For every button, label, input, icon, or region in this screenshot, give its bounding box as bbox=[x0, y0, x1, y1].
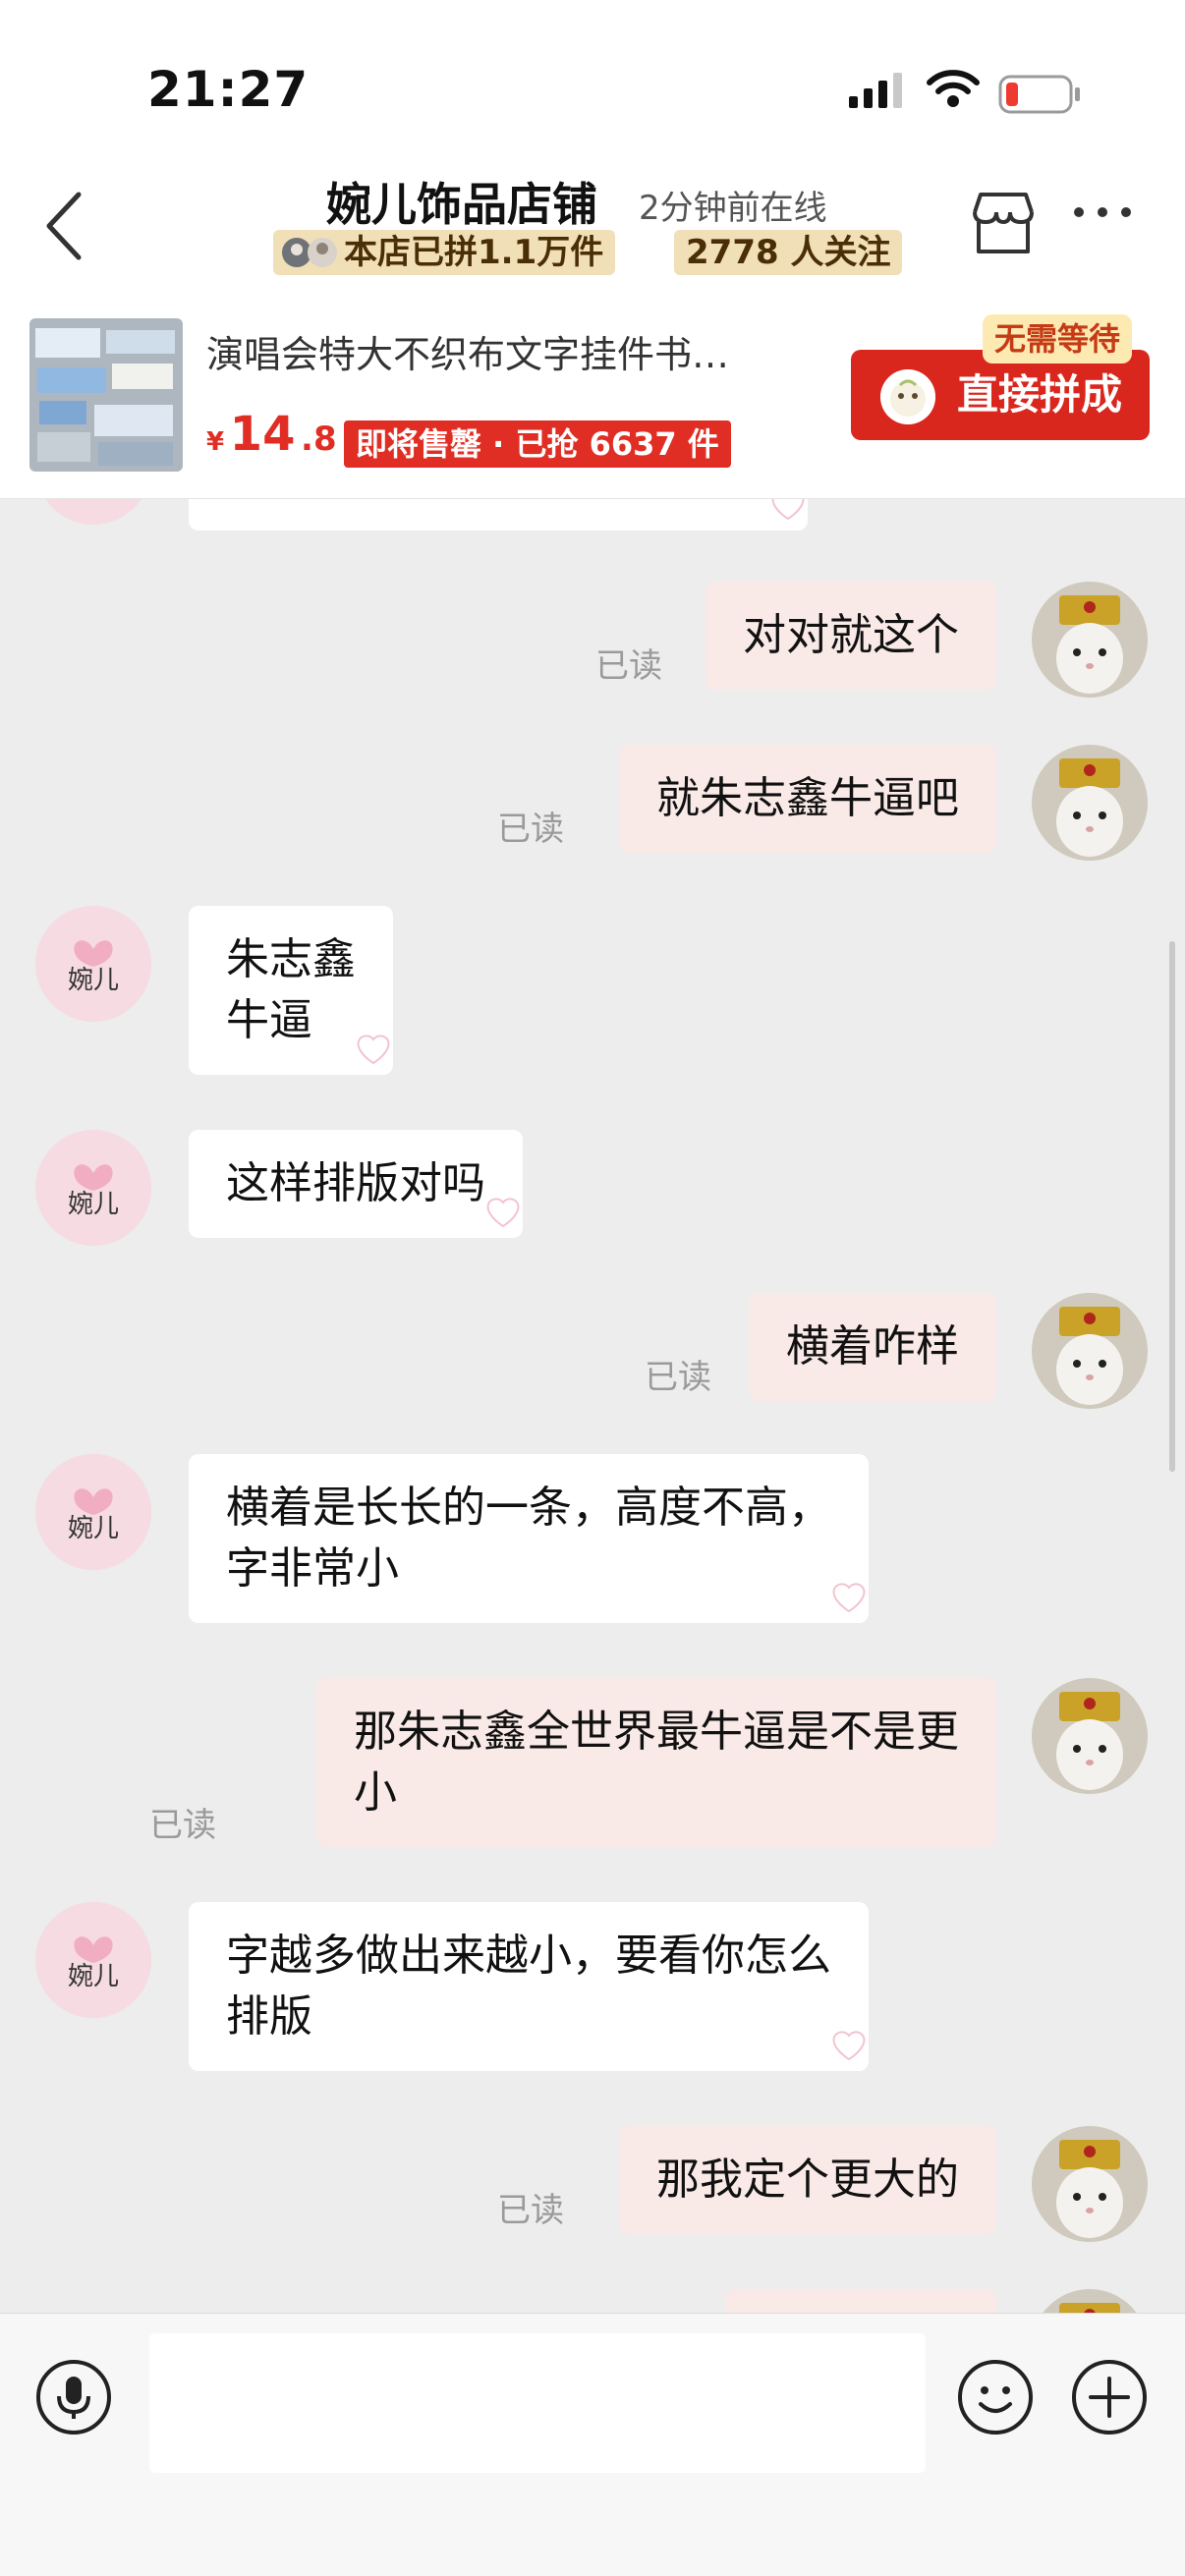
platform-watermark-icon bbox=[486, 1198, 520, 1228]
message-text: 这样排版对吗 bbox=[226, 1158, 485, 1208]
product-price: ¥ 14 .8 bbox=[206, 407, 337, 462]
message-bubble-incoming[interactable]: 横着是长长的一条，高度不高， 字非常小 bbox=[189, 1454, 869, 1623]
read-receipt: 已读 bbox=[497, 810, 564, 849]
message-text: 那朱志鑫全世界最牛逼是不是更 小 bbox=[354, 1707, 959, 1818]
message-text: 朱志鑫 牛逼 bbox=[226, 934, 356, 1045]
seller-avatar[interactable]: 婉儿 bbox=[35, 1454, 151, 1570]
mascot-icon bbox=[880, 369, 935, 424]
message-text: 那我定个更大的 bbox=[656, 2155, 959, 2205]
plus-icon[interactable] bbox=[1071, 2359, 1148, 2436]
sale-status-badge: 即将售罄 · 已抢 6637 件 bbox=[344, 420, 731, 468]
message-bubble-outgoing[interactable]: 那朱志鑫全世界最牛逼是不是更 小 bbox=[316, 1678, 996, 1847]
input-bar bbox=[0, 2313, 1185, 2576]
status-bar: 21:27 bbox=[0, 0, 1185, 147]
platform-watermark-icon bbox=[832, 2031, 866, 2061]
seller-avatar[interactable]: 婉儿 bbox=[35, 1902, 151, 2018]
message-input[interactable] bbox=[149, 2333, 926, 2473]
back-icon[interactable] bbox=[39, 187, 88, 265]
read-receipt: 已读 bbox=[149, 1806, 216, 1845]
shop-name[interactable]: 婉儿饰品店铺 bbox=[326, 169, 597, 234]
seller-avatar-text: 婉儿 bbox=[68, 1514, 119, 1543]
seller-avatar[interactable]: 婉儿 bbox=[35, 499, 151, 525]
message-bubble[interactable] bbox=[189, 499, 808, 531]
mic-icon[interactable] bbox=[35, 2359, 112, 2436]
emoji-icon[interactable] bbox=[957, 2359, 1034, 2436]
platform-watermark-icon bbox=[357, 1035, 390, 1065]
product-card[interactable]: 演唱会特大不织布文字挂件书… ¥ 14 .8 即将售罄 · 已抢 6637 件 … bbox=[0, 285, 1185, 499]
read-receipt: 已读 bbox=[595, 646, 662, 686]
message-bubble-outgoing[interactable]: 那我定个更大的 bbox=[619, 2126, 996, 2234]
message-bubble-incoming[interactable]: 字越多做出来越小，要看你怎么 排版 bbox=[189, 1902, 869, 2071]
seller-avatar[interactable]: 婉儿 bbox=[35, 906, 151, 1022]
read-receipt: 已读 bbox=[497, 2191, 564, 2230]
product-thumbnail[interactable] bbox=[29, 318, 183, 472]
product-image-icon bbox=[29, 318, 183, 472]
message-text: 对对就这个 bbox=[743, 610, 959, 660]
user-avatar[interactable] bbox=[1032, 582, 1148, 698]
user-avatar[interactable] bbox=[1032, 2126, 1148, 2242]
chat-message-list[interactable]: 婉儿 已读 对对就这个 已读 就朱志鑫牛逼吧 婉儿 朱志鑫 牛逼 婉儿 这样排版… bbox=[0, 499, 1185, 2313]
more-icon[interactable] bbox=[1073, 206, 1132, 218]
message-text: 字越多做出来越小，要看你怎么 排版 bbox=[226, 1931, 831, 2042]
message-bubble-incoming[interactable]: 这样排版对吗 bbox=[189, 1130, 523, 1238]
signal-icon bbox=[849, 73, 902, 108]
message-bubble-outgoing[interactable]: 就朱志鑫牛逼吧 bbox=[619, 745, 996, 853]
chat-header: 婉儿饰品店铺 2分钟前在线 本店已拼1.1万件 2778 人关注 bbox=[0, 147, 1185, 285]
price-currency: ¥ bbox=[206, 427, 225, 457]
group-buy-badge: 本店已拼1.1万件 bbox=[273, 230, 616, 275]
price-decimal: .8 bbox=[301, 420, 337, 459]
platform-watermark-icon bbox=[832, 1583, 866, 1613]
message-bubble-outgoing[interactable]: 横着咋样 bbox=[749, 1293, 996, 1401]
message-bubble-outgoing[interactable]: 对对就这个 bbox=[705, 582, 996, 690]
message-text: 横着咋样 bbox=[786, 1321, 959, 1372]
battery-icon bbox=[998, 75, 1080, 114]
product-title[interactable]: 演唱会特大不织布文字挂件书… bbox=[206, 324, 825, 378]
buy-now-label: 直接拼成 bbox=[957, 370, 1123, 419]
seller-avatar-text: 婉儿 bbox=[68, 1190, 119, 1219]
read-receipt: 已读 bbox=[645, 1358, 711, 1397]
platform-watermark-icon bbox=[771, 499, 805, 521]
price-integer: 14 bbox=[229, 407, 296, 462]
store-icon[interactable] bbox=[969, 191, 1038, 255]
message-text: 就朱志鑫牛逼吧 bbox=[656, 773, 959, 823]
follow-badge: 2778 人关注 bbox=[674, 230, 903, 275]
user-avatar[interactable] bbox=[1032, 2289, 1148, 2313]
user-avatar[interactable] bbox=[1032, 745, 1148, 861]
no-wait-tag: 无需等待 bbox=[983, 314, 1133, 364]
message-bubble-incoming[interactable]: 朱志鑫 牛逼 bbox=[189, 906, 393, 1075]
buyer-avatars-icon bbox=[282, 238, 337, 267]
chat-scrollbar[interactable] bbox=[1169, 941, 1175, 1472]
wifi-icon bbox=[927, 70, 980, 107]
message-text: 横着是长长的一条，高度不高， 字非常小 bbox=[226, 1483, 831, 1594]
status-time: 21:27 bbox=[147, 61, 310, 118]
seller-avatar-text: 婉儿 bbox=[68, 966, 119, 995]
user-avatar[interactable] bbox=[1032, 1293, 1148, 1409]
message-bubble[interactable] bbox=[725, 2289, 996, 2313]
online-status: 2分钟前在线 bbox=[639, 189, 827, 228]
group-buy-text: 本店已拼1.1万件 bbox=[344, 233, 604, 272]
seller-avatar-text: 婉儿 bbox=[68, 1962, 119, 1991]
seller-avatar[interactable]: 婉儿 bbox=[35, 1130, 151, 1246]
user-avatar[interactable] bbox=[1032, 1678, 1148, 1794]
